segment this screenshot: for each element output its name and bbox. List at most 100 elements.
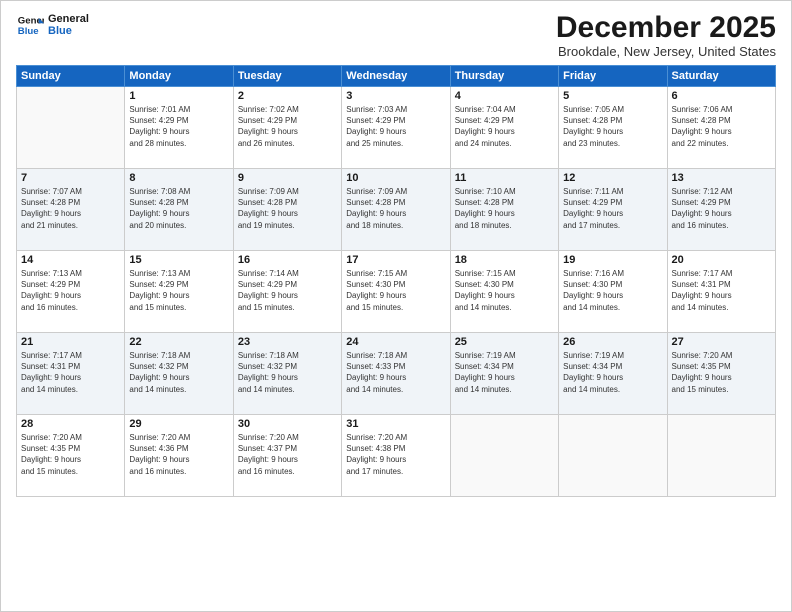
day-number: 17	[346, 254, 445, 266]
table-cell: 5Sunrise: 7:05 AMSunset: 4:28 PMDaylight…	[559, 87, 667, 169]
table-cell: 2Sunrise: 7:02 AMSunset: 4:29 PMDaylight…	[233, 87, 341, 169]
day-info: Sunrise: 7:09 AMSunset: 4:28 PMDaylight:…	[346, 186, 445, 231]
table-cell: 3Sunrise: 7:03 AMSunset: 4:29 PMDaylight…	[342, 87, 450, 169]
col-friday: Friday	[559, 66, 667, 87]
col-tuesday: Tuesday	[233, 66, 341, 87]
col-wednesday: Wednesday	[342, 66, 450, 87]
day-number: 28	[21, 418, 120, 430]
page-header: General Blue General Blue December 2025 …	[16, 11, 776, 59]
table-cell: 31 Sunrise: 7:20 AMSunset: 4:38 PMDayligh…	[342, 415, 450, 497]
table-cell: 18 Sunrise: 7:15 AMSunset: 4:30 PMDayligh…	[450, 251, 558, 333]
table-cell: 9 Sunrise: 7:09 AMSunset: 4:28 PMDaylight…	[233, 169, 341, 251]
day-number: 24	[346, 336, 445, 348]
day-info: Sunrise: 7:17 AMSunset: 4:31 PMDaylight:…	[21, 350, 120, 395]
col-thursday: Thursday	[450, 66, 558, 87]
day-number: 30	[238, 418, 337, 430]
table-cell: 24 Sunrise: 7:18 AMSunset: 4:33 PMDayligh…	[342, 333, 450, 415]
table-cell: 28 Sunrise: 7:20 AMSunset: 4:35 PMDayligh…	[17, 415, 125, 497]
table-cell: 10 Sunrise: 7:09 AMSunset: 4:28 PMDayligh…	[342, 169, 450, 251]
day-info: Sunrise: 7:07 AMSunset: 4:28 PMDaylight:…	[21, 186, 120, 231]
table-cell: 19 Sunrise: 7:16 AMSunset: 4:30 PMDayligh…	[559, 251, 667, 333]
table-cell: 11 Sunrise: 7:10 AMSunset: 4:28 PMDayligh…	[450, 169, 558, 251]
calendar-week-row: 21 Sunrise: 7:17 AMSunset: 4:31 PMDayligh…	[17, 333, 776, 415]
table-cell: 13 Sunrise: 7:12 AMSunset: 4:29 PMDayligh…	[667, 169, 775, 251]
day-number: 16	[238, 254, 337, 266]
day-info: Sunrise: 7:15 AMSunset: 4:30 PMDaylight:…	[455, 268, 554, 313]
day-info: Sunrise: 7:20 AMSunset: 4:36 PMDaylight:…	[129, 432, 228, 477]
day-info: Sunrise: 7:14 AMSunset: 4:29 PMDaylight:…	[238, 268, 337, 313]
day-number: 27	[672, 336, 771, 348]
day-number: 19	[563, 254, 662, 266]
calendar-table: Sunday Monday Tuesday Wednesday Thursday…	[16, 65, 776, 497]
day-info: Sunrise: 7:06 AMSunset: 4:28 PMDaylight:…	[672, 104, 771, 149]
day-number: 13	[672, 172, 771, 184]
table-cell	[559, 415, 667, 497]
table-cell: 14 Sunrise: 7:13 AMSunset: 4:29 PMDayligh…	[17, 251, 125, 333]
day-number: 8	[129, 172, 228, 184]
day-info: Sunrise: 7:20 AMSunset: 4:37 PMDaylight:…	[238, 432, 337, 477]
day-number: 9	[238, 172, 337, 184]
col-sunday: Sunday	[17, 66, 125, 87]
table-cell: 4Sunrise: 7:04 AMSunset: 4:29 PMDaylight…	[450, 87, 558, 169]
day-info: Sunrise: 7:03 AMSunset: 4:29 PMDaylight:…	[346, 104, 445, 149]
day-info: Sunrise: 7:15 AMSunset: 4:30 PMDaylight:…	[346, 268, 445, 313]
day-info: Sunrise: 7:18 AMSunset: 4:33 PMDaylight:…	[346, 350, 445, 395]
logo-icon: General Blue	[16, 11, 44, 39]
day-info: Sunrise: 7:20 AMSunset: 4:35 PMDaylight:…	[672, 350, 771, 395]
table-cell: 1Sunrise: 7:01 AMSunset: 4:29 PMDaylight…	[125, 87, 233, 169]
day-info: Sunrise: 7:09 AMSunset: 4:28 PMDaylight:…	[238, 186, 337, 231]
calendar-week-row: 1Sunrise: 7:01 AMSunset: 4:29 PMDaylight…	[17, 87, 776, 169]
day-info: Sunrise: 7:18 AMSunset: 4:32 PMDaylight:…	[238, 350, 337, 395]
table-cell: 8 Sunrise: 7:08 AMSunset: 4:28 PMDaylight…	[125, 169, 233, 251]
col-saturday: Saturday	[667, 66, 775, 87]
day-number: 10	[346, 172, 445, 184]
day-info: Sunrise: 7:16 AMSunset: 4:30 PMDaylight:…	[563, 268, 662, 313]
day-number: 15	[129, 254, 228, 266]
day-number: 2	[238, 90, 337, 102]
table-cell: 21 Sunrise: 7:17 AMSunset: 4:31 PMDayligh…	[17, 333, 125, 415]
day-number: 12	[563, 172, 662, 184]
day-number: 14	[21, 254, 120, 266]
table-cell: 20 Sunrise: 7:17 AMSunset: 4:31 PMDayligh…	[667, 251, 775, 333]
table-cell: 12Sunrise: 7:11 AMSunset: 4:29 PMDayligh…	[559, 169, 667, 251]
day-number: 20	[672, 254, 771, 266]
table-cell: 7Sunrise: 7:07 AMSunset: 4:28 PMDaylight…	[17, 169, 125, 251]
day-number: 29	[129, 418, 228, 430]
table-cell: 26 Sunrise: 7:19 AMSunset: 4:34 PMDayligh…	[559, 333, 667, 415]
day-info: Sunrise: 7:19 AMSunset: 4:34 PMDaylight:…	[455, 350, 554, 395]
day-info: Sunrise: 7:17 AMSunset: 4:31 PMDaylight:…	[672, 268, 771, 313]
day-info: Sunrise: 7:08 AMSunset: 4:28 PMDaylight:…	[129, 186, 228, 231]
day-number: 25	[455, 336, 554, 348]
day-info: Sunrise: 7:19 AMSunset: 4:34 PMDaylight:…	[563, 350, 662, 395]
day-number: 23	[238, 336, 337, 348]
day-info: Sunrise: 7:20 AMSunset: 4:38 PMDaylight:…	[346, 432, 445, 477]
logo-line1: General	[48, 13, 89, 25]
table-cell: 6 Sunrise: 7:06 AMSunset: 4:28 PMDaylight…	[667, 87, 775, 169]
table-cell: 22Sunrise: 7:18 AMSunset: 4:32 PMDayligh…	[125, 333, 233, 415]
day-info: Sunrise: 7:10 AMSunset: 4:28 PMDaylight:…	[455, 186, 554, 231]
calendar-week-row: 28 Sunrise: 7:20 AMSunset: 4:35 PMDayligh…	[17, 415, 776, 497]
day-info: Sunrise: 7:12 AMSunset: 4:29 PMDaylight:…	[672, 186, 771, 231]
table-cell	[17, 87, 125, 169]
day-number: 5	[563, 90, 662, 102]
calendar-week-row: 14 Sunrise: 7:13 AMSunset: 4:29 PMDayligh…	[17, 251, 776, 333]
day-number: 18	[455, 254, 554, 266]
day-number: 6	[672, 90, 771, 102]
table-cell: 23 Sunrise: 7:18 AMSunset: 4:32 PMDayligh…	[233, 333, 341, 415]
location: Brookdale, New Jersey, United States	[556, 44, 776, 59]
calendar-week-row: 7Sunrise: 7:07 AMSunset: 4:28 PMDaylight…	[17, 169, 776, 251]
day-number: 11	[455, 172, 554, 184]
day-number: 21	[21, 336, 120, 348]
day-number: 26	[563, 336, 662, 348]
day-info: Sunrise: 7:04 AMSunset: 4:29 PMDaylight:…	[455, 104, 554, 149]
day-info: Sunrise: 7:13 AMSunset: 4:29 PMDaylight:…	[21, 268, 120, 313]
month-title: December 2025	[556, 11, 776, 44]
table-cell: 30 Sunrise: 7:20 AMSunset: 4:37 PMDayligh…	[233, 415, 341, 497]
table-cell: 25 Sunrise: 7:19 AMSunset: 4:34 PMDayligh…	[450, 333, 558, 415]
col-monday: Monday	[125, 66, 233, 87]
day-info: Sunrise: 7:20 AMSunset: 4:35 PMDaylight:…	[21, 432, 120, 477]
calendar-header-row: Sunday Monday Tuesday Wednesday Thursday…	[17, 66, 776, 87]
day-number: 22	[129, 336, 228, 348]
day-number: 31	[346, 418, 445, 430]
logo: General Blue General Blue	[16, 11, 89, 39]
